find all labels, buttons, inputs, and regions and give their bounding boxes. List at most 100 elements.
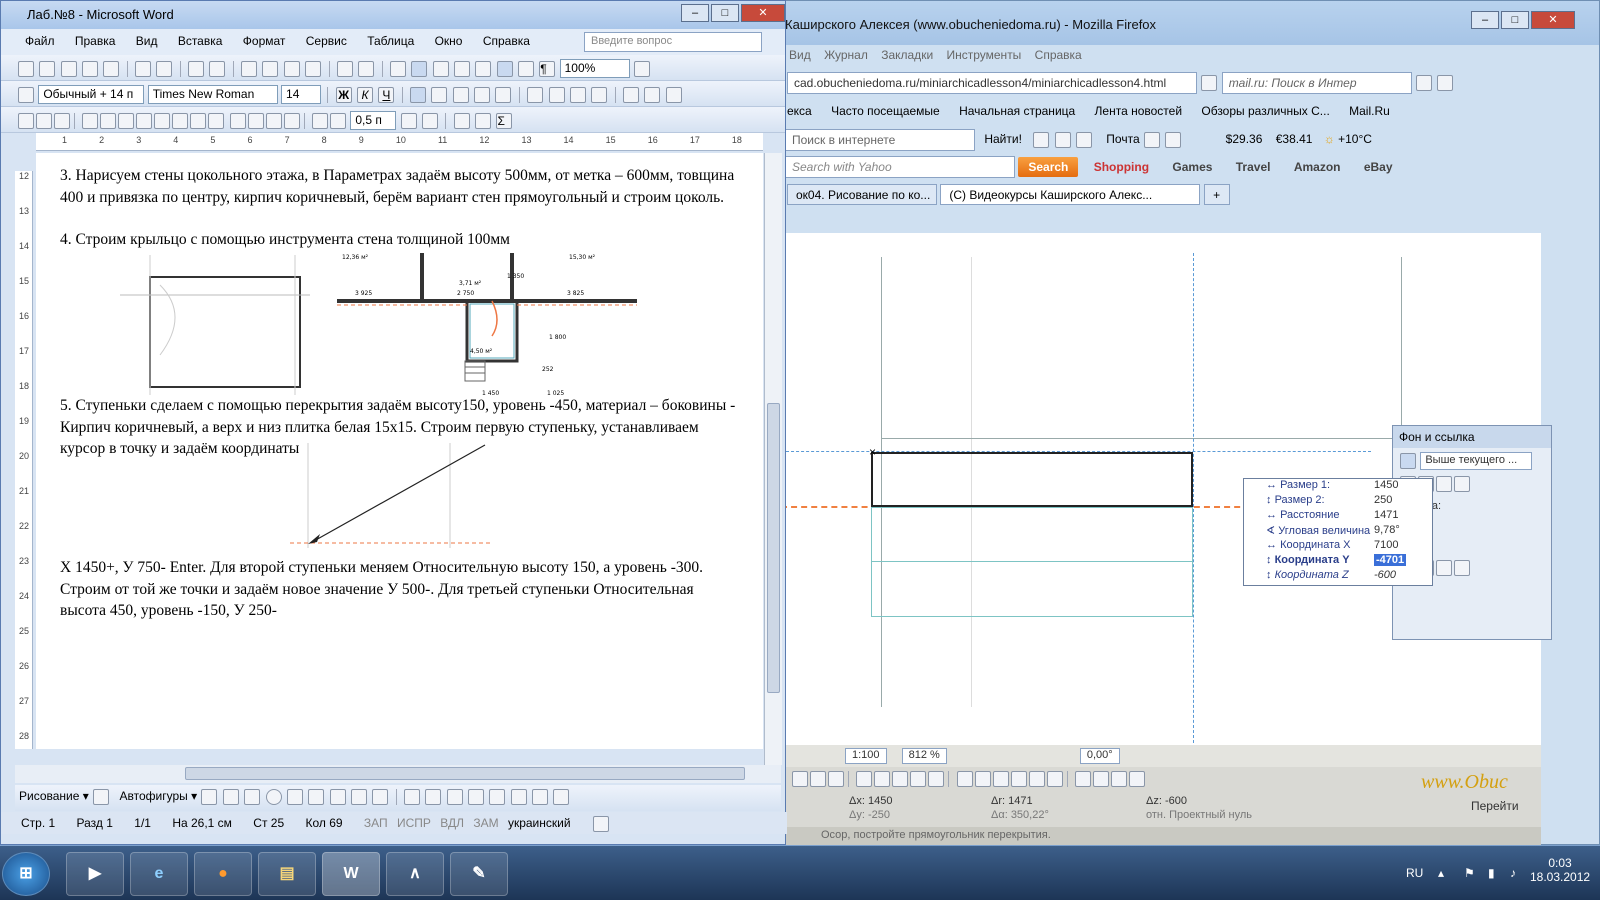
bookmark-item[interactable]: Обзоры различных С... (1201, 104, 1329, 118)
menu-edit[interactable]: Правка (75, 34, 116, 48)
angle-field[interactable]: 0,00° (1079, 748, 1120, 764)
autosum-icon[interactable]: Σ (496, 112, 513, 129)
menu-insert[interactable]: Вставка (178, 34, 223, 48)
minimize-button[interactable]: – (681, 4, 709, 22)
format-painter-icon[interactable] (305, 60, 322, 77)
arrow-icon[interactable] (222, 789, 239, 805)
border-color-icon[interactable] (400, 112, 417, 129)
ask-question-input[interactable]: Введите вопрос (584, 32, 762, 52)
bookmark-item[interactable]: Лента новостей (1095, 104, 1183, 118)
above-current-dropdown[interactable]: Выше текущего ... (1420, 452, 1533, 470)
url-bar[interactable]: cad.obucheniedoma.ru/miniarchicadlesson4… (787, 72, 1197, 94)
line-icon[interactable] (201, 789, 218, 805)
language-indicator[interactable]: украинский (508, 816, 571, 830)
menu-file[interactable]: Файл (25, 34, 55, 48)
dash-style-icon[interactable] (489, 789, 506, 805)
insert-excel-icon[interactable] (453, 60, 470, 77)
diagram-icon[interactable] (329, 789, 346, 805)
menu-history[interactable]: Журнал (824, 48, 868, 62)
amazon-button[interactable]: Amazon (1286, 157, 1349, 177)
tab-lesson04[interactable]: ок04. Рисование по ко... (787, 184, 937, 205)
fill-color-icon[interactable] (403, 789, 420, 805)
menu-help[interactable]: Справка (1035, 48, 1082, 62)
agent-icon[interactable] (1165, 132, 1182, 148)
page-icon[interactable] (1075, 132, 1092, 148)
tracker-row[interactable]: ↔ Координата X 7100 (1244, 539, 1432, 554)
menu-view[interactable]: Вид (136, 34, 158, 48)
autoshapes-menu[interactable]: Автофигуры (119, 789, 187, 803)
draw-menu[interactable]: Рисование (19, 789, 79, 803)
language-indicator[interactable]: RU (1406, 866, 1423, 880)
travel-button[interactable]: Travel (1228, 157, 1279, 177)
menu-format[interactable]: Формат (243, 34, 286, 48)
decrease-indent-icon[interactable] (569, 86, 586, 103)
word-icon[interactable]: W (322, 852, 380, 896)
new-icon[interactable] (18, 60, 34, 77)
zoom-select[interactable]: 100% (559, 59, 630, 78)
bookmark-item[interactable]: Начальная страница (959, 104, 1075, 118)
zoom-field[interactable]: 812 % (901, 748, 947, 764)
font-color-icon[interactable] (665, 86, 682, 103)
clipart-icon[interactable] (350, 789, 367, 805)
ovr-indicator[interactable]: ЗАМ (473, 816, 498, 830)
yahoo-search-input[interactable]: Search with Yahoo (785, 156, 1015, 178)
action-center-icon[interactable]: ⚑ (1464, 866, 1475, 880)
media-player-icon[interactable]: ▶ (66, 852, 124, 896)
track-indicator[interactable]: ИСПР (397, 816, 431, 830)
coordinate-tracker[interactable]: ↔ Размер 1: 1450 ↕ Размер 2: 250 ↔ Расстоя… (1243, 478, 1433, 586)
search-input[interactable]: mail.ru: Поиск в Интер (1221, 72, 1412, 94)
scroll-thumb[interactable] (767, 403, 780, 693)
align-center-icon[interactable] (431, 86, 448, 103)
line-color-icon[interactable] (425, 789, 442, 805)
find-button[interactable]: Найти! (984, 132, 1022, 146)
line-spacing-icon[interactable] (495, 86, 512, 103)
undo-icon[interactable] (336, 60, 353, 77)
insert-table-icon[interactable] (432, 60, 449, 77)
paint-icon[interactable]: ✎ (450, 852, 508, 896)
cut-icon[interactable] (241, 60, 258, 77)
start-button[interactable]: ⊞ (2, 852, 50, 896)
paste-icon[interactable] (283, 60, 300, 77)
textbox-icon[interactable] (286, 789, 303, 805)
games-button[interactable]: Games (1164, 157, 1220, 177)
ebay-button[interactable]: eBay (1356, 157, 1401, 177)
align-right-icon[interactable] (452, 86, 469, 103)
explorer-icon[interactable]: ▤ (258, 852, 316, 896)
print-icon[interactable] (135, 60, 152, 77)
font-size-select[interactable]: 14 (281, 85, 322, 104)
rec-indicator[interactable]: ЗАП (364, 816, 388, 830)
shadow-icon[interactable] (531, 789, 548, 805)
maximize-button[interactable]: □ (711, 4, 739, 22)
underline-icon[interactable]: Ч (378, 86, 395, 103)
line-style-icon[interactable] (467, 789, 484, 805)
email-icon[interactable] (103, 60, 120, 77)
mailru-search-input[interactable]: Поиск в интернете (785, 129, 975, 151)
tracker-row[interactable]: ↔ Расстояние 1471 (1244, 509, 1432, 524)
hyperlink-icon[interactable] (389, 60, 406, 77)
shopping-button[interactable]: Shopping (1086, 157, 1157, 177)
star-icon[interactable] (1201, 75, 1218, 91)
minimize-button[interactable]: – (1471, 11, 1499, 29)
yahoo-search-button[interactable]: Search (1018, 157, 1079, 177)
archicad-icon[interactable]: ∧ (386, 852, 444, 896)
shading-icon[interactable] (453, 112, 470, 129)
show-hide-icon[interactable]: ¶ (539, 60, 556, 77)
menu-tools[interactable]: Инструменты (946, 48, 1021, 62)
network-icon[interactable]: ▮ (1488, 866, 1495, 880)
superscript-icon[interactable] (622, 86, 639, 103)
bold-icon[interactable]: Ж (335, 86, 352, 103)
3d-icon[interactable] (553, 789, 570, 805)
columns-icon[interactable] (475, 60, 492, 77)
sort-icon[interactable] (475, 112, 492, 129)
bookmark-item[interactable]: екса (787, 104, 812, 118)
home-icon[interactable] (1416, 75, 1433, 91)
ext-indicator[interactable]: ВДЛ (440, 816, 464, 830)
new-tab-button[interactable]: + (1203, 184, 1230, 205)
firefox-icon[interactable]: ● (194, 852, 252, 896)
borders-icon[interactable] (422, 112, 439, 129)
justify-icon[interactable] (474, 86, 491, 103)
spelling-status-icon[interactable] (592, 816, 609, 832)
scale-field[interactable]: 1:100 (845, 748, 887, 764)
menu-help[interactable]: Справка (483, 34, 530, 48)
maximize-button[interactable]: □ (1501, 11, 1529, 29)
